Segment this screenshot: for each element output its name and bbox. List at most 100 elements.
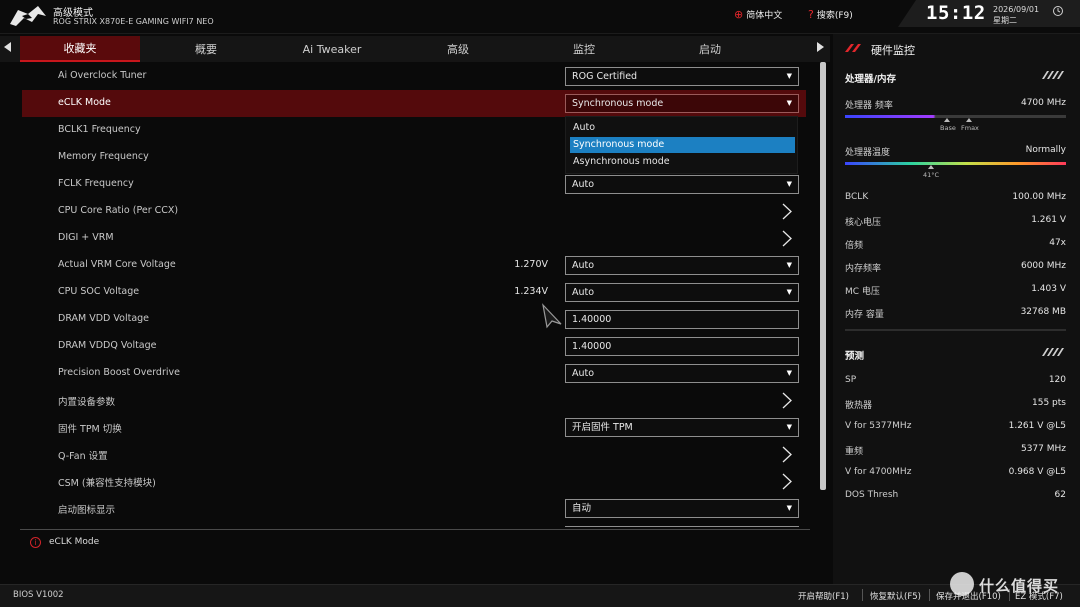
prediction-value: 62 xyxy=(1054,490,1066,500)
eclk-mode-select[interactable]: Synchronous mode ▼ xyxy=(565,94,799,113)
setting-precision-boost-overdrive[interactable]: Precision Boost Overdrive Auto ▼ xyxy=(22,360,806,387)
globe-icon: ⊕ xyxy=(734,8,744,21)
firmware-tpm-select[interactable]: 开启固件 TPM ▼ xyxy=(565,418,799,437)
setting-row-partial[interactable] xyxy=(22,522,806,527)
setting-label: Actual VRM Core Voltage xyxy=(58,259,176,270)
search-icon: ? xyxy=(808,8,814,21)
cpu-frequency-label: 处理器 频率 xyxy=(845,101,893,111)
tab-boot[interactable]: 启动 xyxy=(650,36,770,62)
monitor-stripes-icon xyxy=(845,44,861,52)
dropdown-arrow-icon: ▼ xyxy=(786,423,792,431)
setting-csm[interactable]: CSM (兼容性支持模块) xyxy=(22,468,806,495)
tab-ai-tweaker[interactable]: Ai Tweaker xyxy=(272,36,392,62)
setting-onboard-devices[interactable]: 内置设备参数 xyxy=(22,387,806,414)
chevron-right-icon[interactable] xyxy=(781,473,793,490)
fmax-tick-icon xyxy=(966,118,972,122)
setting-ai-overclock-tuner[interactable]: Ai Overclock Tuner ROG Certified ▼ xyxy=(22,63,806,90)
tab-overview[interactable]: 概要 xyxy=(146,36,266,62)
setting-label: BCLK1 Frequency xyxy=(58,124,141,135)
search-label: 搜索(F9) xyxy=(816,11,853,21)
clock-settings-icon[interactable] xyxy=(1052,5,1064,17)
setting-eclk-mode[interactable]: eCLK Mode Synchronous mode ▼ xyxy=(22,90,806,117)
prediction-value: 5377 MHz xyxy=(1020,444,1066,454)
select-value: Auto xyxy=(572,179,595,190)
dram-vddq-voltage-input[interactable]: 1.40000 xyxy=(565,337,799,356)
fclk-frequency-select[interactable]: Auto ▼ xyxy=(565,175,799,194)
setting-label: 内置设备参数 xyxy=(58,397,116,408)
stat-value: 1.403 V xyxy=(1031,284,1066,294)
dropdown-option-auto[interactable]: Auto xyxy=(570,120,795,136)
setting-cpu-core-ratio[interactable]: CPU Core Ratio (Per CCX) xyxy=(22,198,806,225)
select-value: Auto xyxy=(572,368,595,379)
tab-advanced[interactable]: 高级 xyxy=(398,36,518,62)
stat-label: MC 电压 xyxy=(845,287,880,297)
base-tick-icon xyxy=(944,118,950,122)
setting-firmware-tpm[interactable]: 固件 TPM 切换 开启固件 TPM ▼ xyxy=(22,414,806,441)
dropdown-option-asynchronous[interactable]: Asynchronous mode xyxy=(570,154,795,170)
temp-tick-icon xyxy=(928,165,934,169)
boot-logo-select[interactable]: 自动 ▼ xyxy=(565,499,799,518)
setting-label: 固件 TPM 切换 xyxy=(58,424,122,435)
setting-label: FCLK Frequency xyxy=(58,178,134,189)
language-button[interactable]: ⊕ 简体中文 xyxy=(734,8,782,21)
chevron-right-icon[interactable] xyxy=(781,203,793,220)
current-voltage: 1.234V xyxy=(514,286,548,297)
prediction-label: 重频 xyxy=(845,447,864,457)
cpu-soc-voltage-select[interactable]: Auto ▼ xyxy=(565,283,799,302)
select-value: 自动 xyxy=(572,503,592,514)
prediction-value: 0.968 V @L5 xyxy=(1008,467,1066,477)
base-tick-label: Base xyxy=(940,124,956,132)
scrollbar-thumb[interactable] xyxy=(820,62,826,490)
ai-overclock-tuner-select[interactable]: ROG Certified ▼ xyxy=(565,67,799,86)
search-button[interactable]: ? 搜索(F9) xyxy=(808,8,853,21)
eclk-mode-dropdown: Auto Synchronous mode Asynchronous mode xyxy=(565,116,798,174)
select-value: Synchronous mode xyxy=(572,98,664,109)
stat-value: 47x xyxy=(1049,238,1066,248)
next-select[interactable] xyxy=(565,526,799,527)
watermark: 什么值得买 xyxy=(950,572,1078,598)
dropdown-arrow-icon: ▼ xyxy=(786,369,792,377)
cpu-temp-label: 处理器温度 xyxy=(845,148,891,158)
tab-prev-icon[interactable] xyxy=(4,42,12,52)
footer-divider xyxy=(862,589,863,601)
tab-monitor[interactable]: 监控 xyxy=(524,36,644,62)
chevron-right-icon[interactable] xyxy=(781,446,793,463)
pbo-select[interactable]: Auto ▼ xyxy=(565,364,799,383)
clock-time: 15:12 xyxy=(926,2,986,24)
footer-divider xyxy=(929,589,930,601)
help-f1-button[interactable]: 开启帮助(F1) xyxy=(798,590,849,602)
setting-label: 启动图标显示 xyxy=(58,505,116,516)
setting-qfan[interactable]: Q-Fan 设置 xyxy=(22,441,806,468)
chevron-right-icon[interactable] xyxy=(781,230,793,247)
setting-cpu-soc-voltage[interactable]: CPU SOC Voltage 1.234V Auto ▼ xyxy=(22,279,806,306)
prediction-section-title: 预测 xyxy=(845,351,865,362)
rog-logo-icon xyxy=(10,6,46,26)
tab-next-icon[interactable] xyxy=(816,42,824,52)
setting-actual-vrm-core-voltage[interactable]: Actual VRM Core Voltage 1.270V Auto ▼ xyxy=(22,252,806,279)
help-text: eCLK Mode xyxy=(49,537,100,547)
dropdown-arrow-icon: ▼ xyxy=(786,261,792,269)
vrm-core-voltage-select[interactable]: Auto ▼ xyxy=(565,256,799,275)
setting-dram-vddq-voltage[interactable]: DRAM VDDQ Voltage 1.40000 xyxy=(22,333,806,360)
setting-label: CPU SOC Voltage xyxy=(58,286,140,297)
temp-tick-label: 41°C xyxy=(923,171,940,179)
stat-label: 倍频 xyxy=(845,241,864,251)
setting-digi-vrm[interactable]: DIGI + VRM xyxy=(22,225,806,252)
dropdown-arrow-icon: ▼ xyxy=(786,504,792,512)
dram-vdd-voltage-input[interactable]: 1.40000 xyxy=(565,310,799,329)
cpu-temp-value: Normally xyxy=(1025,145,1066,155)
select-value: Auto xyxy=(572,287,595,298)
help-bar: i eCLK Mode xyxy=(20,529,810,557)
setting-fclk-frequency[interactable]: FCLK Frequency Auto ▼ xyxy=(22,171,806,198)
setting-label: eCLK Mode xyxy=(58,97,111,108)
dropdown-option-synchronous[interactable]: Synchronous mode xyxy=(570,137,795,153)
stat-label: BCLK xyxy=(845,192,869,202)
dropdown-arrow-icon: ▼ xyxy=(786,180,792,188)
select-value: ROG Certified xyxy=(572,71,638,82)
setting-dram-vdd-voltage[interactable]: DRAM VDD Voltage 1.40000 xyxy=(22,306,806,333)
chevron-right-icon[interactable] xyxy=(781,392,793,409)
setting-boot-logo[interactable]: 启动图标显示 自动 ▼ xyxy=(22,495,806,522)
select-value: Auto xyxy=(572,260,595,271)
tab-favorites[interactable]: 收藏夹 xyxy=(20,36,140,62)
load-defaults-f5-button[interactable]: 恢复默认(F5) xyxy=(870,590,921,602)
